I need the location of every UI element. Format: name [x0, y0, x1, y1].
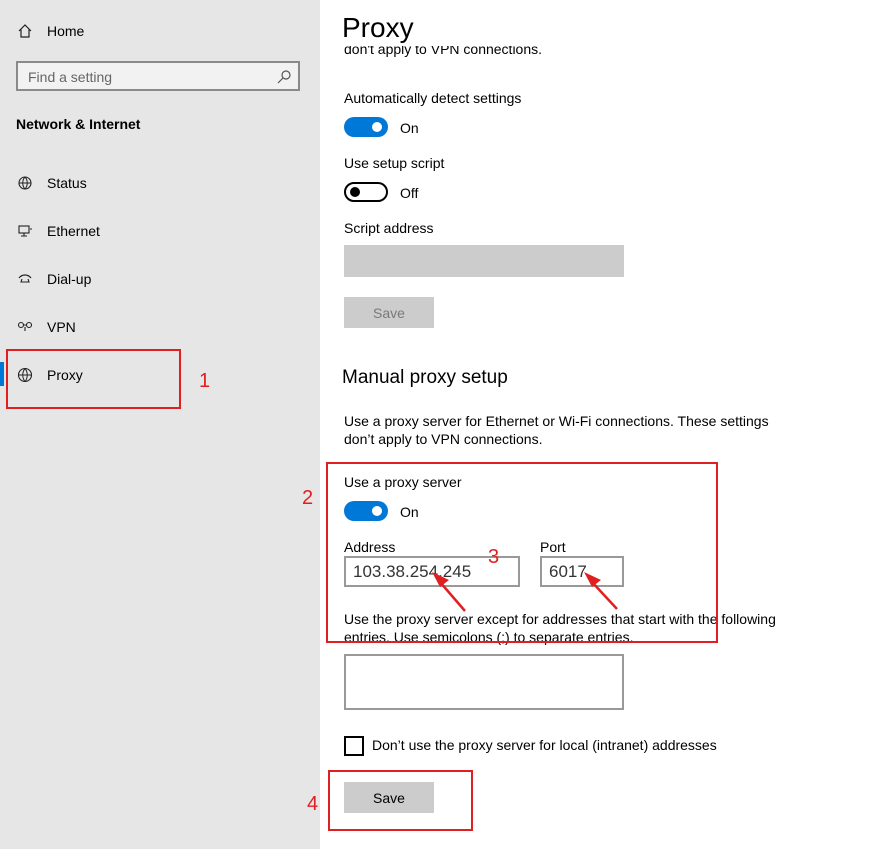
toggle-knob	[350, 187, 360, 197]
annotation-label-3: 3	[488, 546, 500, 568]
dial-up-icon	[16, 270, 34, 288]
annotation-box-1	[6, 349, 181, 409]
ethernet-icon	[16, 222, 34, 240]
annotation-box-4	[328, 770, 473, 831]
globe-status-icon	[16, 174, 34, 192]
annotation-label-2: 2	[302, 487, 314, 509]
local-bypass-checkbox[interactable]	[344, 736, 364, 756]
setup-script-toggle[interactable]	[344, 182, 388, 202]
sidebar-item-label: Dial-up	[47, 271, 92, 287]
sidebar-item-label: VPN	[47, 319, 76, 335]
sidebar: Home Find a setting Network & Internet S…	[0, 0, 320, 849]
script-address-label: Script address	[344, 220, 434, 236]
manual-description-line2: don’t apply to VPN connections.	[344, 431, 543, 447]
annotation-label-1: 1	[199, 370, 211, 392]
setup-script-state: Off	[400, 185, 419, 201]
annotation-box-2	[326, 462, 718, 643]
toggle-knob	[372, 122, 382, 132]
sidebar-item-label: Home	[47, 23, 85, 39]
sidebar-item-label: Ethernet	[47, 223, 100, 239]
sidebar-item-label: Status	[47, 175, 87, 191]
clipped-description: don't apply to VPN connections.	[344, 46, 542, 60]
auto-detect-state: On	[400, 120, 419, 136]
page-title: Proxy	[342, 12, 414, 43]
setup-script-label: Use setup script	[344, 155, 445, 171]
search-icon[interactable]	[276, 69, 292, 85]
exceptions-textarea[interactable]	[344, 654, 624, 710]
sidebar-item-home[interactable]: Home	[0, 11, 320, 51]
main-panel: Proxy don't apply to VPN connections. Au…	[320, 0, 878, 849]
search-input[interactable]: Find a setting	[16, 61, 300, 91]
auto-detect-toggle[interactable]	[344, 117, 388, 137]
sidebar-item-ethernet[interactable]: Ethernet	[0, 211, 320, 251]
sidebar-item-status[interactable]: Status	[0, 163, 320, 203]
home-icon	[16, 22, 34, 40]
script-save-button[interactable]: Save	[344, 297, 434, 328]
script-address-field[interactable]	[344, 245, 624, 277]
manual-description-line1: Use a proxy server for Ethernet or Wi-Fi…	[344, 413, 769, 429]
annotation-label-4: 4	[307, 793, 319, 815]
clipped-description-text: don't apply to VPN connections.	[344, 46, 543, 57]
manual-proxy-heading: Manual proxy setup	[342, 367, 508, 388]
sidebar-item-dial-up[interactable]: Dial-up	[0, 259, 320, 299]
local-bypass-label: Don’t use the proxy server for local (in…	[372, 737, 717, 753]
auto-detect-label: Automatically detect settings	[344, 90, 522, 106]
section-title: Network & Internet	[16, 116, 141, 132]
vpn-icon	[16, 318, 34, 336]
sidebar-item-vpn[interactable]: VPN	[0, 307, 320, 347]
search-placeholder: Find a setting	[28, 69, 113, 85]
